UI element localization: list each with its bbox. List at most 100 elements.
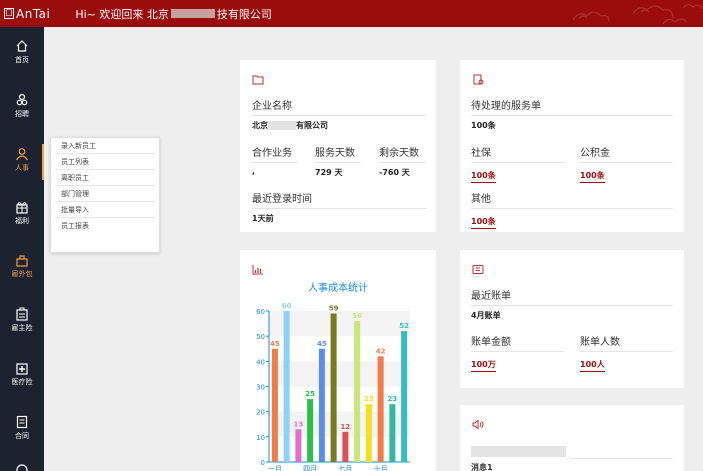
top-bar: 囗 AnTai Hi~ 欢迎回来 北京 技有限公司 <box>0 0 703 27</box>
bar <box>295 429 302 462</box>
speaker-icon <box>472 419 484 430</box>
sidebar-item-label: 福利 <box>15 217 29 225</box>
sidebar-item-medical[interactable]: 医疗险 <box>0 361 44 387</box>
data-label: 45 <box>270 340 280 348</box>
pending-orders-field[interactable]: 待处理的服务单 100条 <box>471 97 673 131</box>
sidebar-item-home[interactable]: 首页 <box>0 39 44 65</box>
personnel-submenu: 录入新员工 员工列表 离职员工 部门管理 批量导入 员工报表 <box>50 137 160 253</box>
company-name-value: 北京 有限公司 <box>252 121 328 130</box>
y-tick-label: 30 <box>256 384 265 392</box>
chart-title: 人事成本统计 <box>308 283 368 294</box>
cooperation-value: , <box>252 167 256 176</box>
bar <box>318 348 325 462</box>
contract-icon <box>16 415 28 429</box>
submenu-item[interactable]: 员工报表 <box>55 218 155 234</box>
bar <box>307 399 314 462</box>
remaining-days-value: -760 天 <box>379 168 410 177</box>
remaining-days-field: 剩余天数 -760 天 <box>379 144 426 178</box>
data-label: 25 <box>305 390 315 398</box>
welcome-suffix: 技有限公司 <box>216 7 272 21</box>
other-orders-field[interactable]: 其他 100条 <box>471 190 673 229</box>
submenu-item[interactable]: 录入新员工 <box>55 138 155 154</box>
gift-icon <box>16 202 28 214</box>
sidebar-item-recruit[interactable]: 招聘 <box>0 93 44 119</box>
data-label: 56 <box>352 312 362 320</box>
recent-bill-value: 4月账单 <box>471 311 501 320</box>
sidebar-item-employer-insurance[interactable]: 雇主险 <box>0 307 44 333</box>
logo[interactable]: 囗 AnTai <box>4 7 50 21</box>
last-login-value: 1天前 <box>252 214 274 223</box>
bill-amount-field[interactable]: 账单金额 100万 <box>471 333 564 372</box>
service-days-field: 服务天数 729 天 <box>315 144 361 178</box>
service-days-label: 服务天数 <box>315 144 361 163</box>
sidebar-item-more[interactable] <box>0 463 44 471</box>
folder-icon <box>252 75 264 85</box>
recent-bill-label: 最近账单 <box>471 287 673 306</box>
bills-card: 最近账单 4月账单 账单金额 100万 账单人数 100人 <box>460 250 684 388</box>
submenu-item[interactable]: 部门管理 <box>55 186 155 202</box>
x-tick-label: 一月 <box>268 465 282 471</box>
sidebar-item-outsourcing[interactable]: 雇外包 <box>0 253 44 279</box>
pending-orders-value: 100条 <box>471 121 496 130</box>
company-name-label: 企业名称 <box>252 97 426 116</box>
redacted-block <box>170 9 215 18</box>
sidebar-item-welfare[interactable]: 福利 <box>0 200 44 226</box>
housing-fund-field[interactable]: 公积金 100条 <box>580 144 673 183</box>
data-label: 13 <box>294 420 304 428</box>
social-security-field[interactable]: 社保 100条 <box>471 144 564 183</box>
service-days-value: 729 天 <box>315 168 343 177</box>
person-icon <box>16 148 28 161</box>
bar <box>389 404 396 462</box>
sidebar-item-label: 医疗险 <box>11 378 33 386</box>
sidebar-item-label: 雇外包 <box>11 270 33 278</box>
other-orders-label: 其他 <box>471 190 673 209</box>
last-login-label: 最近登录时间 <box>252 190 426 209</box>
cooperation-field: 合作业务 , <box>252 144 298 176</box>
submenu-item[interactable]: 批量导入 <box>55 202 155 218</box>
sidebar-item-contract[interactable]: 合同 <box>0 415 44 441</box>
x-tick-label: 四月 <box>303 465 317 471</box>
data-label: 45 <box>317 340 327 348</box>
y-tick-label: 40 <box>256 358 265 366</box>
y-tick-label: 0 <box>261 459 265 467</box>
outsourcing-icon <box>16 255 28 267</box>
recent-bill-field[interactable]: 最近账单 4月账单 <box>471 287 673 321</box>
sidebar-item-label: 招聘 <box>15 110 29 118</box>
logo-icon: 囗 <box>4 8 14 19</box>
document-icon <box>473 74 484 85</box>
sidebar-item-label: 人事 <box>15 164 29 172</box>
y-tick-label: 10 <box>256 434 265 442</box>
bar <box>365 404 372 462</box>
bill-amount-label: 账单金额 <box>471 333 564 352</box>
message-item[interactable]: 消息1 <box>471 462 493 471</box>
bar <box>330 313 337 462</box>
bill-people-value[interactable]: 100人 <box>580 359 605 372</box>
x-tick-label: 十月 <box>374 464 388 471</box>
logo-text: AnTai <box>16 6 51 21</box>
y-tick-label: 60 <box>256 308 265 316</box>
data-label: 52 <box>399 322 409 330</box>
bar <box>271 348 278 462</box>
submenu-item[interactable]: 员工列表 <box>55 154 155 170</box>
company-info-card: 企业名称 北京 有限公司 合作业务 , 服务天数 729 天 剩余天数 -760 … <box>240 60 436 232</box>
bill-amount-value[interactable]: 100万 <box>471 359 496 372</box>
divider <box>570 458 673 459</box>
other-orders-value[interactable]: 100条 <box>471 216 496 229</box>
data-label: 59 <box>329 305 339 313</box>
data-label: 60 <box>282 302 292 310</box>
active-indicator <box>42 144 44 180</box>
welcome-message: Hi~ 欢迎回来 北京 技有限公司 <box>75 6 272 22</box>
bill-people-field[interactable]: 账单人数 100人 <box>580 333 673 372</box>
welcome-prefix: Hi~ 欢迎回来 北京 <box>75 7 169 21</box>
home-icon <box>16 40 28 52</box>
sidebar-item-personnel[interactable]: 人事 <box>0 144 44 180</box>
social-security-value[interactable]: 100条 <box>471 170 496 183</box>
grid-band <box>269 311 410 337</box>
redacted-block <box>268 121 296 130</box>
bar <box>342 431 349 462</box>
housing-fund-value[interactable]: 100条 <box>580 170 605 183</box>
bill-icon <box>472 265 484 274</box>
submenu-item[interactable]: 离职员工 <box>55 170 155 186</box>
sidebar-item-label: 首页 <box>15 56 29 64</box>
grid-band <box>269 411 410 437</box>
